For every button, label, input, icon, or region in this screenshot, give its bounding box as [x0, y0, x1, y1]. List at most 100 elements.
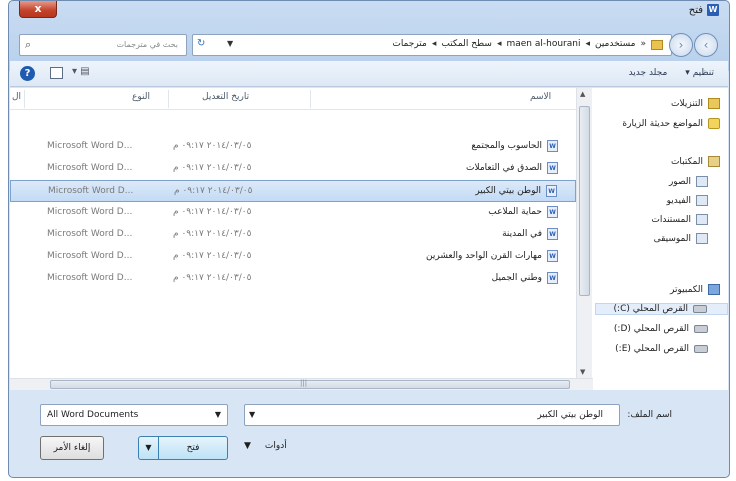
content-area: ال النوع تاريخ التعديل الاسم Microsoft W… [10, 88, 728, 390]
nav-item-pictures[interactable]: الصور [669, 176, 708, 187]
change-view-icon[interactable]: ▾ ▤ [72, 66, 90, 77]
table-row[interactable]: Microsoft Word D... ٢٠١٤/٠٣/٠٥ ٠٩:١٧ م W… [10, 136, 576, 158]
downloads-icon [708, 98, 720, 109]
nav-item-computer[interactable]: الكمبيوتر [670, 284, 720, 295]
close-button[interactable]: x [19, 1, 57, 18]
folder-icon [651, 40, 663, 50]
nav-item-music[interactable]: الموسيقى [654, 233, 708, 244]
tools-button[interactable]: ▼ أدوات [244, 441, 287, 451]
open-options-chevron-icon[interactable]: ▼ [139, 437, 159, 459]
forward-button[interactable]: › [669, 33, 693, 57]
nav-label: الصور [668, 176, 691, 187]
breadcrumb-item-users[interactable]: مستخدمين [595, 39, 636, 50]
libraries-icon [708, 156, 720, 167]
breadcrumb-item-current[interactable]: مترجمات [392, 39, 426, 50]
file-name-cell: W في المدينة [502, 228, 558, 240]
nav-item-drive-e[interactable]: القرص المحلي (E:) [615, 344, 708, 354]
nav-buttons: › ‹ [669, 31, 721, 59]
nav-label: الكمبيوتر [670, 284, 703, 295]
file-name: في المدينة [502, 229, 542, 239]
file-type: Microsoft Word D... [47, 273, 133, 283]
file-name: مهارات القرن الواحد والعشرين [426, 251, 542, 261]
nav-item-documents[interactable]: المستندات [651, 214, 708, 225]
address-row: ⌕ بحث في مترجمات ↻ ▼ « مستخدمين ◂ maen a… [9, 31, 729, 59]
cancel-button[interactable]: إلغاء الأمر [40, 436, 104, 460]
address-dropdown-icon[interactable]: ▼ [227, 39, 233, 48]
table-row[interactable]: Microsoft Word D... ٢٠١٤/٠٣/٠٥ ٠٩:١٧ م W… [10, 224, 576, 246]
nav-label: المكتبات [670, 156, 703, 167]
address-bar[interactable]: ↻ ▼ « مستخدمين ◂ maen al-hourani ◂ سطح ا… [192, 34, 672, 56]
nav-label: القرص المحلي (D:) [613, 324, 689, 334]
nav-item-libraries[interactable]: المكتبات [671, 156, 720, 167]
column-header-size[interactable]: ال [12, 92, 21, 102]
new-folder-button[interactable]: مجلد جديد [629, 68, 668, 78]
pictures-icon [696, 176, 708, 187]
file-name-cell: W مهارات القرن الواحد والعشرين [426, 250, 558, 262]
window-title-text: فتح [688, 4, 703, 16]
column-divider[interactable] [24, 90, 25, 108]
nav-item-downloads[interactable]: التنزيلات [671, 98, 720, 109]
horizontal-scrollbar[interactable]: ||| [10, 378, 593, 390]
table-row[interactable]: Microsoft Word D... ٢٠١٤/٠٣/٠٥ ٠٩:١٧ م W… [10, 158, 576, 180]
toolbar-right: تنظيم ▾ مجلد جديد [629, 68, 714, 78]
file-type-filter[interactable]: All Word Documents ▼ [40, 404, 228, 426]
scroll-up-icon[interactable]: ▲ [580, 90, 585, 98]
file-type: Microsoft Word D... [48, 186, 134, 196]
filename-field[interactable]: ▼ الوطن بيتي الكبير [244, 404, 620, 426]
breadcrumb: « مستخدمين ◂ maen al-hourani ◂ سطح المكت… [392, 39, 663, 50]
preview-pane-icon[interactable] [50, 67, 63, 79]
recent-places-icon [708, 118, 720, 129]
nav-item-recent-places[interactable]: المواضع حديثة الزيارة [622, 118, 720, 129]
chevron-down-icon: ▼ [214, 410, 221, 419]
column-divider[interactable] [168, 90, 169, 108]
column-divider[interactable] [310, 90, 311, 108]
file-list[interactable]: ال النوع تاريخ التعديل الاسم Microsoft W… [10, 88, 576, 378]
back-button[interactable]: ‹ [694, 33, 718, 57]
navigation-pane: التنزيلات المواضع حديثة الزيارة المكتبات… [593, 88, 730, 390]
scroll-thumb[interactable] [579, 106, 590, 296]
scroll-thumb[interactable] [50, 380, 570, 389]
open-button[interactable]: ▼ فتح [138, 436, 228, 460]
file-name: الحاسوب والمجتمع [471, 141, 542, 151]
organize-button[interactable]: تنظيم ▾ [685, 68, 714, 78]
word-document-icon: W [546, 185, 557, 197]
table-row[interactable]: Microsoft Word D... ٢٠١٤/٠٣/٠٥ ٠٩:١٧ م W… [10, 202, 576, 224]
column-header-name[interactable]: الاسم [530, 92, 551, 102]
window-title: فتح W [689, 4, 719, 16]
nav-label: الفيديو [666, 195, 691, 206]
chevron-down-icon[interactable]: ▼ [249, 410, 255, 419]
word-document-icon: W [547, 272, 558, 284]
nav-item-drive-d[interactable]: القرص المحلي (D:) [614, 324, 708, 334]
music-icon [696, 233, 708, 244]
file-name-cell: W الحاسوب والمجتمع [471, 140, 558, 152]
help-icon[interactable]: ? [20, 66, 35, 81]
breadcrumb-separator-icon: ◂ [585, 39, 590, 49]
videos-icon [696, 195, 708, 206]
nav-label: الموسيقى [653, 233, 691, 244]
filename-value: الوطن بيتي الكبير [537, 410, 603, 420]
search-icon: ⌕ [25, 38, 32, 51]
word-document-icon: W [547, 140, 558, 152]
breadcrumb-item-desktop[interactable]: سطح المكتب [441, 39, 492, 50]
file-name-cell: W وطني الجميل [492, 272, 558, 284]
table-row-selected[interactable]: Microsoft Word D... ٢٠١٤/٠٣/٠٥ ٠٩:١٧ م W… [10, 180, 576, 202]
nav-label: القرص المحلي (E:) [615, 344, 689, 354]
drive-icon [693, 305, 707, 313]
file-date: ٢٠١٤/٠٣/٠٥ ٠٩:١٧ م [174, 186, 253, 196]
vertical-scrollbar[interactable]: ▲ ▼ [576, 88, 592, 378]
nav-label: المستندات [651, 214, 691, 225]
table-row[interactable]: Microsoft Word D... ٢٠١٤/٠٣/٠٥ ٠٩:١٧ م W… [10, 246, 576, 268]
refresh-icon[interactable]: ↻ [197, 38, 205, 49]
open-file-dialog: x فتح W ⌕ بحث في مترجمات ↻ ▼ « مستخدمين … [8, 0, 730, 478]
nav-item-videos[interactable]: الفيديو [667, 195, 708, 206]
file-name-cell: W الصدق في التعاملات [466, 162, 558, 174]
column-header-date[interactable]: تاريخ التعديل [202, 92, 249, 102]
nav-item-drive-c[interactable]: القرص المحلي (C:) [595, 303, 728, 315]
breadcrumb-item-user[interactable]: maen al-hourani [506, 39, 580, 50]
scroll-down-icon[interactable]: ▼ [580, 368, 585, 376]
table-row[interactable]: Microsoft Word D... ٢٠١٤/٠٣/٠٥ ٠٩:١٧ م W… [10, 268, 576, 290]
file-type: Microsoft Word D... [47, 141, 133, 151]
column-header-type[interactable]: النوع [132, 92, 150, 102]
search-input[interactable]: ⌕ بحث في مترجمات [19, 34, 187, 56]
open-label: فتح [186, 443, 200, 453]
